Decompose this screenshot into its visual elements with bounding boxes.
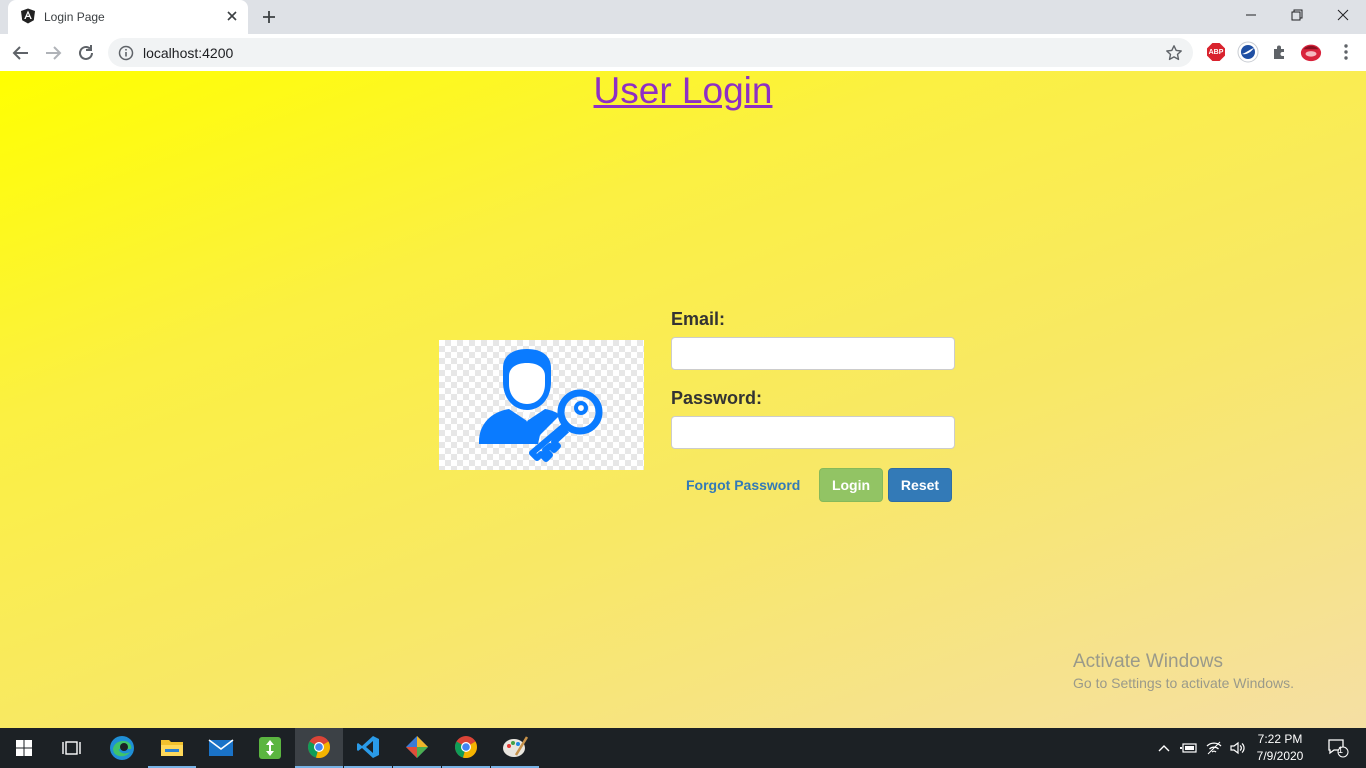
chevron-up-icon[interactable] <box>1155 728 1173 768</box>
activate-windows-watermark: Activate Windows Go to Settings to activ… <box>1073 651 1294 691</box>
battery-icon[interactable] <box>1178 728 1200 768</box>
address-bar[interactable]: localhost:4200 <box>108 38 1193 67</box>
file-explorer-icon[interactable] <box>148 728 196 768</box>
forward-icon[interactable] <box>40 40 66 66</box>
task-view-icon[interactable] <box>48 728 96 768</box>
restore-icon[interactable] <box>1274 0 1320 30</box>
profile-avatar-icon[interactable] <box>1300 41 1322 63</box>
vscode-icon[interactable] <box>344 728 392 768</box>
taskbar: 7:22 PM 7/9/2020 1 <box>0 728 1366 768</box>
browser-tab[interactable]: Login Page <box>8 0 248 34</box>
paint-icon[interactable] <box>491 728 539 768</box>
login-page: User Login Email: Password: Forgot Passw… <box>0 71 1366 728</box>
clock-time: 7:22 PM <box>1257 732 1303 746</box>
angular-icon <box>20 8 36 24</box>
info-icon[interactable] <box>118 45 134 61</box>
url-text: localhost:4200 <box>143 45 234 61</box>
extensions-puzzle-icon[interactable] <box>1269 41 1291 63</box>
clock-date: 7/9/2020 <box>1256 749 1304 763</box>
reset-button[interactable]: Reset <box>888 468 952 502</box>
user-key-image <box>439 340 644 470</box>
chrome-icon[interactable] <box>295 728 343 768</box>
user-key-icon <box>479 349 603 462</box>
windows-start-icon[interactable] <box>0 728 48 768</box>
close-window-icon[interactable] <box>1320 0 1366 30</box>
notification-center-icon[interactable]: 1 <box>1318 728 1358 768</box>
close-tab-icon[interactable] <box>224 8 240 24</box>
browser-toolbar: localhost:4200 ABP <box>0 34 1366 72</box>
watermark-subtitle: Go to Settings to activate Windows. <box>1073 675 1294 691</box>
extension-globe-icon[interactable] <box>1237 41 1259 63</box>
browser-menu-icon[interactable] <box>1335 41 1357 63</box>
chrome-icon[interactable] <box>442 728 490 768</box>
page-title-link[interactable]: User Login <box>0 71 1366 111</box>
adblock-plus-icon[interactable]: ABP <box>1205 41 1227 63</box>
wifi-icon[interactable] <box>1203 728 1225 768</box>
email-input[interactable] <box>671 337 955 370</box>
back-icon[interactable] <box>8 40 34 66</box>
bookmark-star-icon[interactable] <box>1165 44 1183 62</box>
browser-tab-strip: Login Page <box>0 0 1366 34</box>
password-label: Password: <box>671 388 763 408</box>
green-app-icon[interactable] <box>246 728 294 768</box>
tab-title: Login Page <box>44 10 105 24</box>
reload-icon[interactable] <box>73 40 99 66</box>
edge-icon[interactable] <box>98 728 146 768</box>
watermark-title: Activate Windows <box>1073 651 1223 672</box>
new-tab-icon[interactable] <box>258 6 280 28</box>
taskbar-clock[interactable]: 7:22 PM 7/9/2020 <box>1250 731 1310 765</box>
volume-icon[interactable] <box>1227 728 1249 768</box>
password-input[interactable] <box>671 416 955 449</box>
email-label: Email: <box>671 309 726 329</box>
notification-count: 1 <box>1338 745 1344 755</box>
git-app-icon[interactable] <box>393 728 441 768</box>
login-button[interactable]: Login <box>819 468 883 502</box>
mail-icon[interactable] <box>197 728 245 768</box>
minimize-icon[interactable] <box>1228 0 1274 30</box>
forgot-password-link[interactable]: Forgot Password <box>686 477 800 493</box>
